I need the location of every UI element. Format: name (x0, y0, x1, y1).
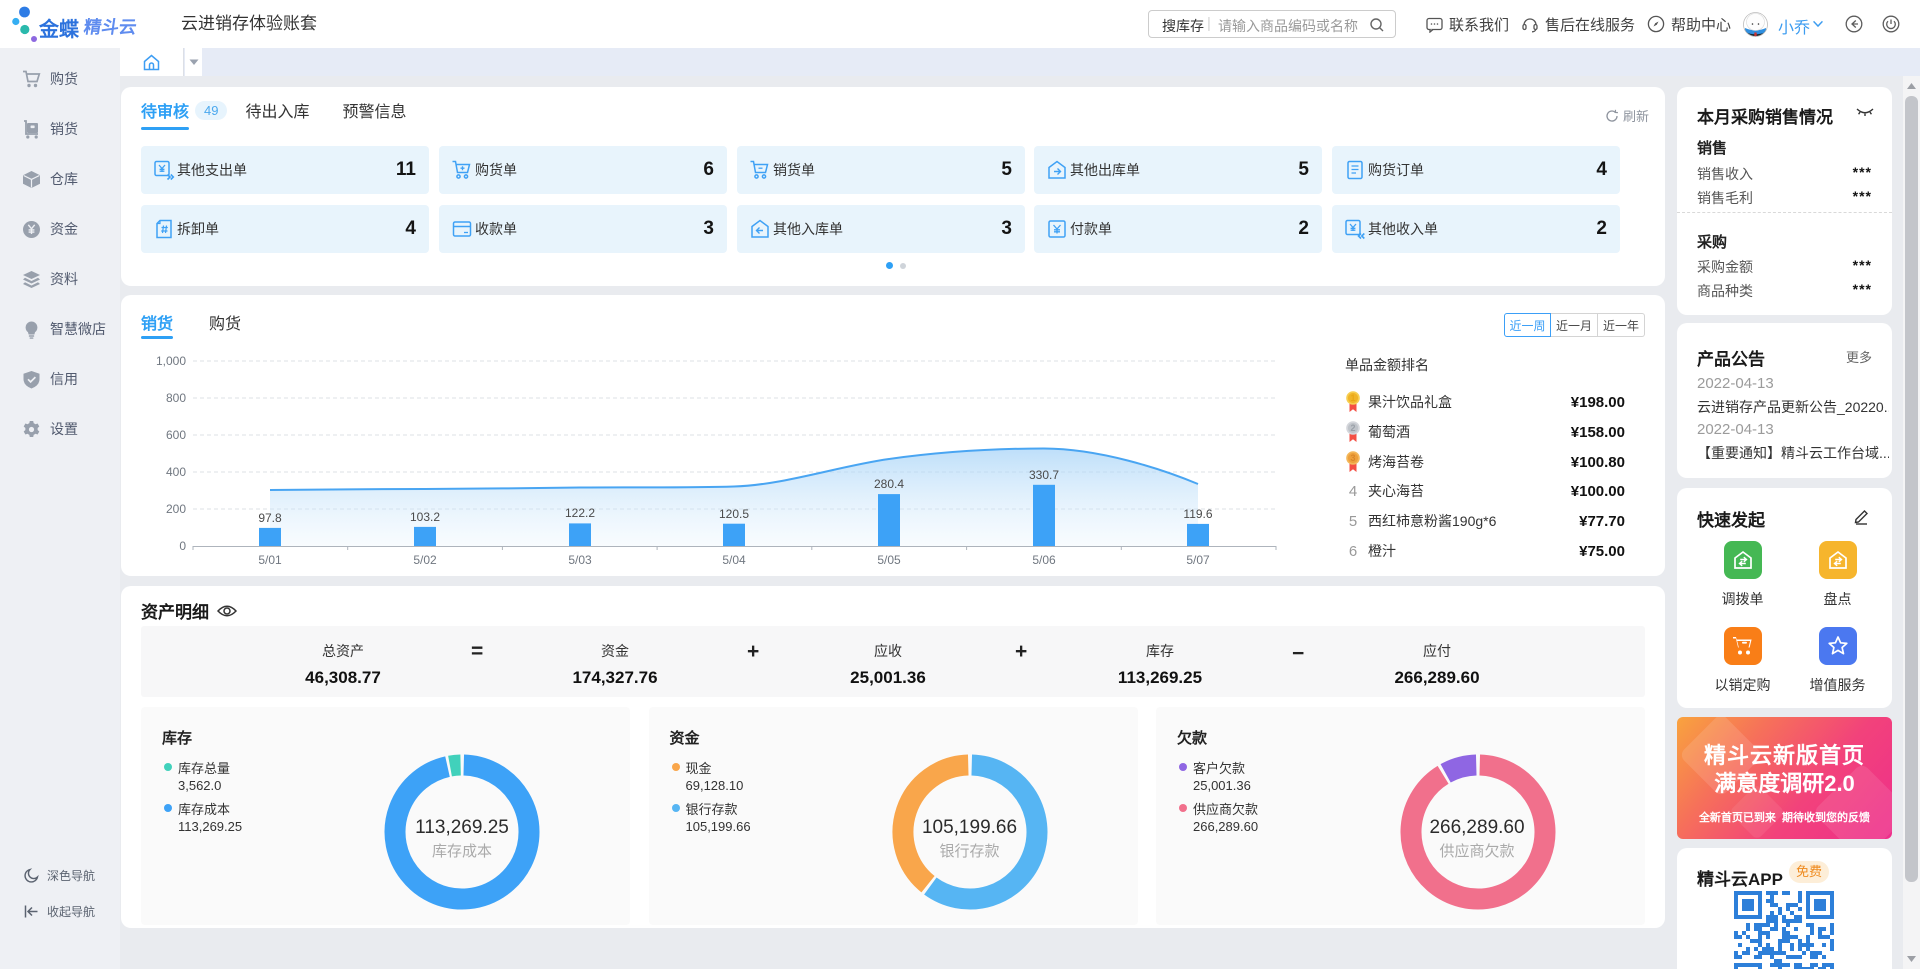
svg-text:3: 3 (1350, 453, 1355, 463)
svg-text:1: 1 (1350, 393, 1355, 403)
svg-text:2: 2 (1350, 423, 1355, 433)
